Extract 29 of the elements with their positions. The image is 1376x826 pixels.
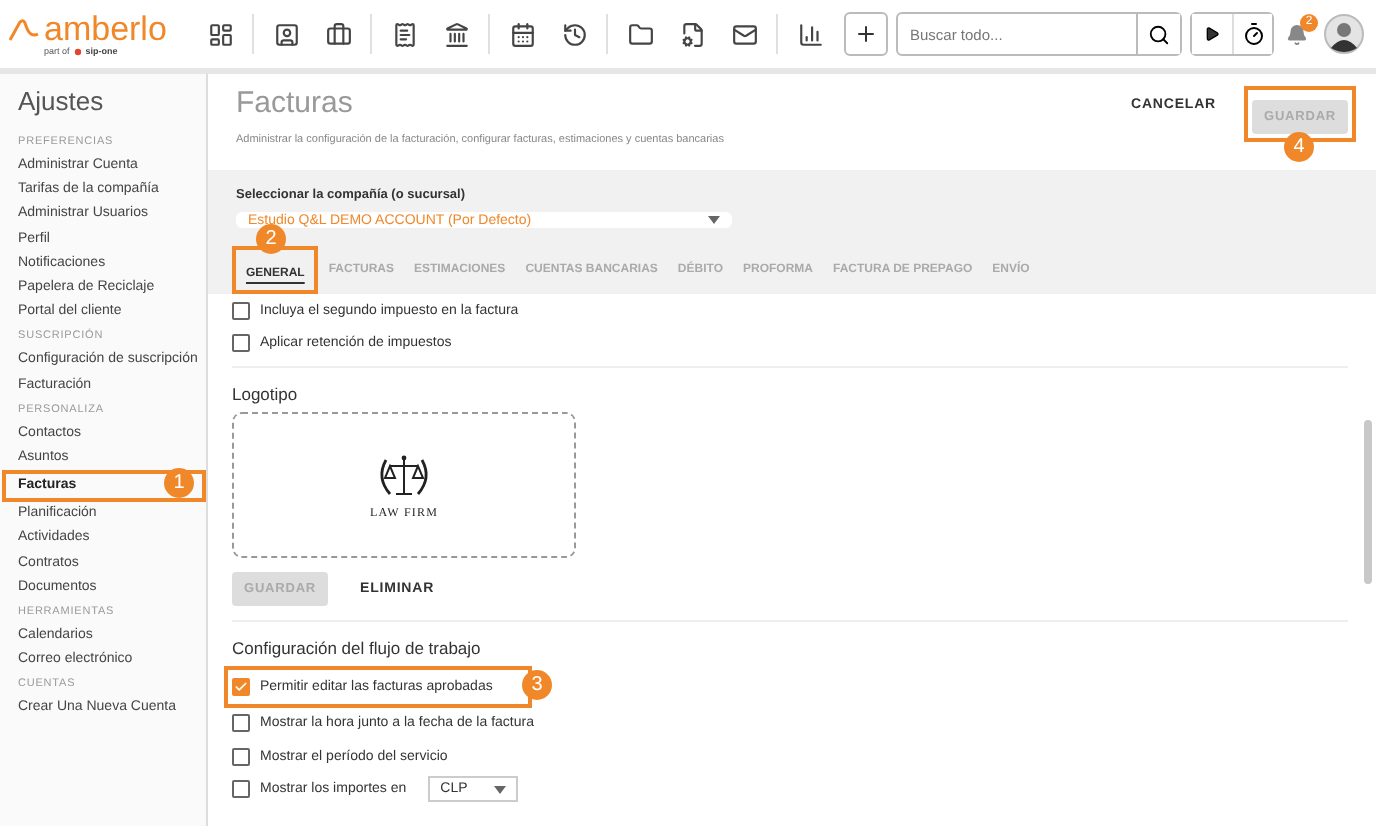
step-number-badge: 4 [1284,132,1314,162]
user-avatar[interactable] [1324,14,1364,54]
section-heading: Logotipo [232,382,300,408]
step-number-badge: 2 [256,224,286,254]
checkbox[interactable] [232,714,250,733]
play-icon [1204,26,1220,42]
section-heading: Configuración del flujo de trabajo [232,636,483,662]
plus-icon [854,22,878,46]
sidebar-title: Ajustes [16,86,106,120]
step-number-badge: 1 [164,468,194,499]
search-icon [1148,23,1170,45]
search-button[interactable] [1136,14,1180,54]
page-title: Facturas [236,86,355,120]
caret-icon [708,216,720,224]
scrollbar-thumb[interactable] [1364,420,1372,584]
checkbox[interactable] [232,677,250,696]
timer-button[interactable] [1232,14,1272,54]
timer-icon [1241,22,1265,46]
logo-icon [8,17,40,41]
checkbox[interactable] [232,301,250,320]
brand-mark-icon [73,47,82,55]
checkbox[interactable] [232,780,250,799]
brand-name: amberlo [44,12,167,46]
checkbox[interactable] [232,747,250,766]
add-button[interactable] [844,12,888,56]
caret-icon [494,785,507,794]
checkbox[interactable] [232,334,250,353]
step-number-badge: 3 [522,670,552,700]
notifications-icon[interactable] [1286,23,1308,45]
